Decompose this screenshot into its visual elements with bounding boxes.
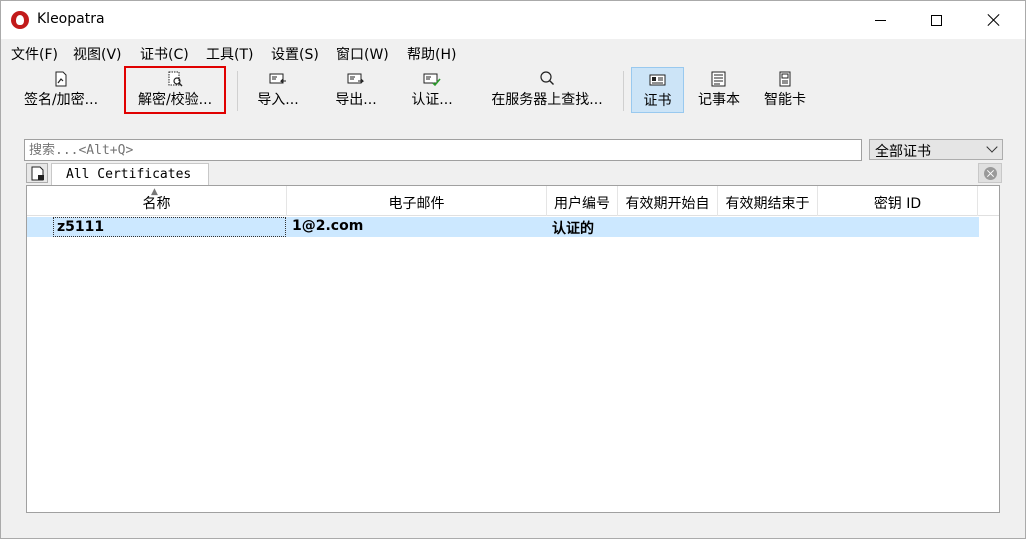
cell-name: z5111 (53, 217, 286, 237)
certify-button[interactable]: 认证... (401, 67, 463, 113)
minimize-icon (874, 19, 886, 21)
certify-label: 认证... (411, 92, 453, 108)
toolbar-separator (623, 71, 624, 111)
column-header-key-id[interactable]: 密钥 ID (818, 186, 978, 216)
smartcards-view-button[interactable]: 智能卡 (757, 67, 813, 113)
certificate-table: ▲ 名称 电子邮件 用户编号 有效期开始自 有效期结束于 密钥 ID z5111… (26, 185, 1000, 513)
close-tab-button[interactable] (978, 163, 1002, 183)
cell-valid-until (720, 217, 816, 237)
column-header-name[interactable]: 名称 (27, 186, 287, 216)
tab-all-certificates[interactable]: All Certificates (51, 163, 209, 185)
certificate-icon (649, 74, 665, 86)
menu-tools[interactable]: 工具(T) (206, 44, 253, 64)
notepad-view-button[interactable]: 记事本 (691, 67, 747, 113)
decrypt-verify-icon (168, 71, 183, 87)
menu-window[interactable]: 窗口(W) (336, 44, 389, 64)
title-bar: Kleopatra (1, 1, 1025, 39)
smartcards-view-label: 智能卡 (764, 92, 806, 108)
menu-file[interactable]: 文件(F) (11, 44, 58, 64)
export-button[interactable]: 导出... (325, 67, 387, 113)
sign-encrypt-label: 签名/加密... (23, 92, 99, 108)
menu-view[interactable]: 视图(V) (73, 44, 122, 64)
certificates-view-button[interactable]: 证书 (631, 67, 684, 113)
column-header-user-id[interactable]: 用户编号 (547, 186, 618, 216)
new-tab-icon (31, 166, 44, 181)
column-header-valid-from[interactable]: 有效期开始自 (618, 186, 718, 216)
close-button[interactable] (971, 1, 1017, 39)
cell-valid-from (620, 217, 716, 237)
toolbar: 签名/加密... 解密/校验... 导入... 导出... 认证... 在服务器… (1, 65, 1025, 117)
search-icon (540, 71, 554, 85)
cell-key-id (820, 217, 976, 237)
table-header: ▲ 名称 电子邮件 用户编号 有效期开始自 有效期结束于 密钥 ID (27, 186, 999, 216)
certify-icon (423, 73, 441, 87)
sign-encrypt-button[interactable]: 签名/加密... (11, 67, 111, 113)
certificate-filter-select[interactable]: 全部证书 (869, 139, 1003, 160)
import-button[interactable]: 导入... (247, 67, 309, 113)
column-header-valid-until[interactable]: 有效期结束于 (718, 186, 818, 216)
import-icon (269, 73, 286, 84)
window-title: Kleopatra (37, 11, 105, 27)
toolbar-separator (237, 71, 238, 111)
search-input[interactable] (24, 139, 862, 161)
kleopatra-window: Kleopatra 文件(F) 视图(V) 证书(C) 工具(T) 设置(S) … (0, 0, 1026, 539)
lookup-on-server-button[interactable]: 在服务器上查找... (479, 67, 615, 113)
chevron-down-icon (986, 141, 998, 153)
menu-settings[interactable]: 设置(S) (271, 44, 319, 64)
close-icon (987, 13, 1001, 27)
new-tab-button[interactable] (26, 163, 48, 183)
notepad-icon (711, 71, 726, 87)
menu-certificates[interactable]: 证书(C) (140, 44, 189, 64)
export-label: 导出... (335, 92, 377, 108)
certificates-view-label: 证书 (643, 93, 672, 109)
smartcard-icon (779, 71, 791, 87)
minimize-button[interactable] (857, 1, 903, 39)
table-row[interactable]: z5111 1@2.com 认证的 (27, 217, 979, 237)
sign-encrypt-icon (55, 71, 67, 87)
import-label: 导入... (257, 92, 299, 108)
filter-selected-value: 全部证书 (875, 144, 931, 160)
cell-user-id: 认证的 (552, 221, 594, 237)
menu-help[interactable]: 帮助(H) (407, 44, 456, 64)
decrypt-verify-button[interactable]: 解密/校验... (124, 66, 226, 114)
notepad-view-label: 记事本 (698, 92, 740, 108)
export-icon (347, 73, 365, 84)
kleopatra-logo-icon (11, 11, 29, 29)
lookup-on-server-label: 在服务器上查找... (491, 92, 603, 108)
maximize-icon (930, 14, 942, 26)
column-header-email[interactable]: 电子邮件 (287, 186, 547, 216)
maximize-button[interactable] (913, 1, 959, 39)
close-circle-icon (984, 167, 997, 180)
cell-email: 1@2.com (292, 218, 364, 234)
menu-bar: 文件(F) 视图(V) 证书(C) 工具(T) 设置(S) 窗口(W) 帮助(H… (1, 39, 1025, 65)
decrypt-verify-label: 解密/校验... (137, 92, 213, 108)
